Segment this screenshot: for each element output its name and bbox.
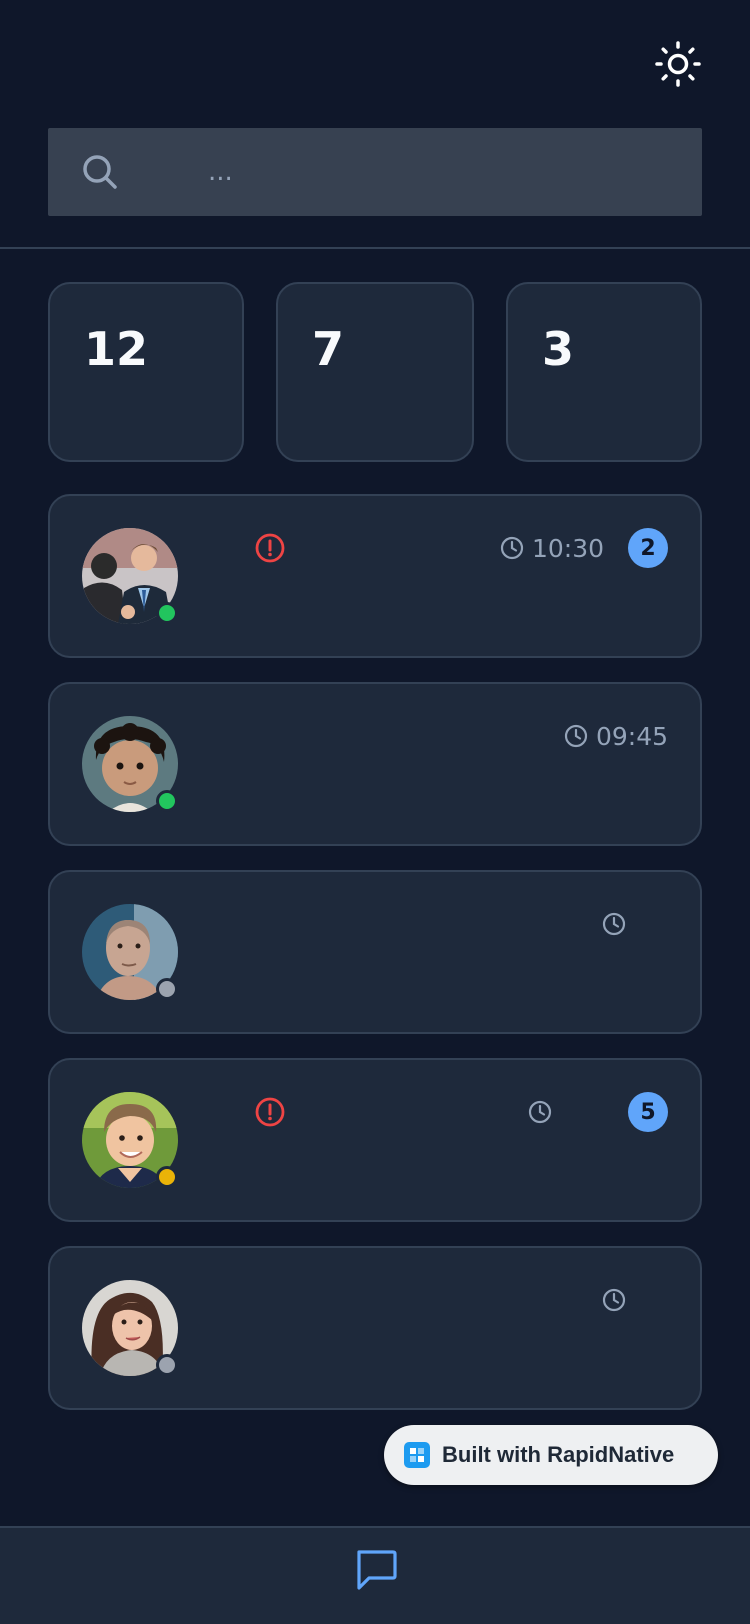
chat-bubble-icon[interactable]	[353, 1546, 399, 1592]
clock-icon	[602, 912, 626, 936]
conversation-card[interactable]: 10:30 2	[48, 494, 702, 658]
status-indicator-online	[156, 602, 178, 624]
timestamp: 10:30	[500, 534, 604, 563]
stat-card-2[interactable]: 7	[276, 282, 474, 462]
bottom-tab-bar	[0, 1526, 750, 1624]
conversation-meta	[602, 904, 634, 944]
alert-circle-icon	[255, 1097, 285, 1127]
stat-card-1[interactable]: 12	[48, 282, 244, 462]
clock-icon	[528, 1100, 552, 1124]
search-icon	[83, 155, 117, 189]
status-indicator-offline	[156, 1354, 178, 1376]
rapidnative-logo-icon	[404, 1442, 430, 1468]
time-text: 10:30	[531, 533, 604, 563]
search-bar	[48, 128, 702, 216]
header	[0, 0, 750, 249]
conversation-card[interactable]: 5	[48, 1058, 702, 1222]
time-text: 09:45	[595, 721, 668, 751]
unread-badge: 2	[628, 528, 668, 568]
theme-toggle-button[interactable]	[654, 40, 702, 88]
sun-icon	[655, 41, 701, 87]
status-indicator-away	[156, 1166, 178, 1188]
status-indicator-online	[156, 790, 178, 812]
timestamp	[528, 1100, 560, 1124]
conversation-meta	[602, 1280, 634, 1320]
built-with-badge[interactable]: Built with RapidNative	[384, 1425, 718, 1485]
conversation-meta: 5	[528, 1092, 668, 1132]
clock-icon	[602, 1288, 626, 1312]
stat-value: 12	[84, 322, 149, 376]
clock-icon	[500, 536, 524, 560]
conversation-card[interactable]	[48, 1246, 702, 1410]
conversation-card[interactable]: 09:45	[48, 682, 702, 846]
alert-circle-icon	[255, 533, 285, 563]
stat-value: 3	[542, 322, 575, 376]
conversation-card[interactable]	[48, 870, 702, 1034]
conversation-meta: 09:45	[564, 716, 668, 756]
stat-card-3[interactable]: 3	[506, 282, 702, 462]
timestamp	[602, 912, 634, 936]
search-input[interactable]	[208, 150, 668, 194]
timestamp: 09:45	[564, 722, 668, 751]
built-with-label: Built with RapidNative	[442, 1442, 675, 1467]
conversation-meta: 10:30 2	[500, 528, 668, 568]
clock-icon	[564, 724, 588, 748]
status-indicator-offline	[156, 978, 178, 1000]
timestamp	[602, 1288, 634, 1312]
stat-value: 7	[312, 322, 345, 376]
unread-badge: 5	[628, 1092, 668, 1132]
